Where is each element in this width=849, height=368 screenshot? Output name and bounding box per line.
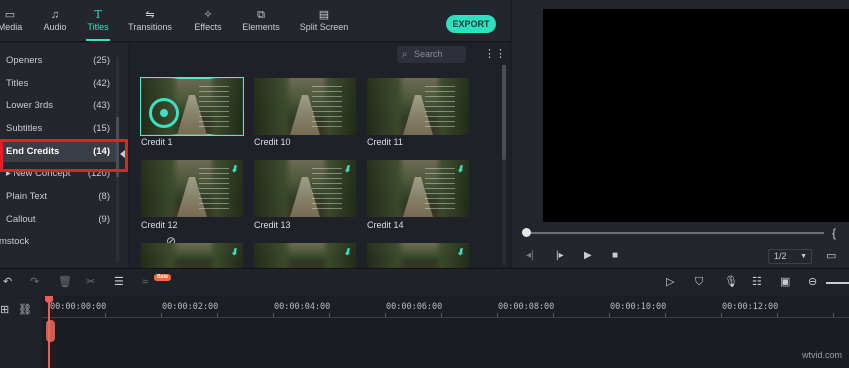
effects-sparkle-icon: ✧ (203, 9, 213, 21)
monitor-icon[interactable]: ▭ (826, 249, 836, 262)
category-mstock[interactable]: mstock (0, 232, 118, 252)
grid-view-icon[interactable]: ⋮⋮ (484, 49, 506, 60)
media-scrollbar[interactable] (502, 65, 506, 265)
timecode-label: 00:00:12:00 (722, 302, 779, 312)
thumbnail-caption: Credit 13 (254, 220, 291, 230)
library-toolbar: ▭ Media ♫ Audio T Titles ⇋ Transitions ✧… (0, 0, 510, 42)
annotation-highlight-box (0, 139, 128, 172)
play-icon[interactable]: ▶ (584, 250, 592, 262)
marker-shield-icon[interactable]: ⛉ (695, 276, 703, 288)
category-callout[interactable]: Callout (9) (0, 210, 118, 230)
title-thumbnail-credit-11[interactable] (367, 78, 469, 135)
audio-mixer-icon[interactable]: ☷ (752, 276, 762, 288)
download-icon[interactable]: ⬇ (455, 164, 465, 174)
search-icon: ⌕ (402, 49, 408, 60)
tab-titles[interactable]: T Titles (83, 8, 113, 41)
delete-icon[interactable]: 🗑 (58, 276, 72, 288)
thumbnail-caption: Credit 10 (254, 137, 291, 147)
stop-icon[interactable]: ■ (612, 250, 618, 262)
category-lower-3rds[interactable]: Lower 3rds (43) (0, 96, 118, 116)
tab-audio[interactable]: ♫ Audio (40, 8, 70, 32)
folder-icon: ▭ (4, 9, 16, 21)
active-tab-underline (86, 39, 110, 41)
title-thumbnail[interactable]: ⬇ (254, 243, 356, 268)
thumbnail-caption: Credit 1 (141, 137, 173, 147)
thumbnail-caption: Credit 11 (367, 137, 403, 147)
titles-media-grid (130, 43, 510, 268)
adjust-icon[interactable]: ☰ (114, 276, 124, 288)
category-openers[interactable]: Openers (25) (0, 51, 118, 71)
title-thumbnail-credit-12[interactable]: ⬇ (141, 160, 243, 217)
timecode-label: 00:00:06:00 (386, 302, 443, 312)
tab-media[interactable]: ▭ Media (0, 8, 23, 32)
download-icon[interactable]: ⬇ (342, 164, 352, 174)
title-thumbnail[interactable]: ⬇ (367, 243, 469, 268)
timeline-toolbar (0, 268, 849, 296)
title-thumbnail-credit-1[interactable] (140, 77, 244, 136)
playhead-marker[interactable] (46, 320, 55, 342)
tab-transitions[interactable]: ⇋ Transitions (127, 8, 173, 32)
microphone-icon[interactable]: 🎙 (724, 276, 738, 288)
collapse-arrow-icon[interactable] (120, 150, 125, 158)
media-scroll-thumb[interactable] (502, 65, 506, 160)
title-thumbnail-credit-14[interactable]: ⬇ (367, 160, 469, 217)
cut-icon[interactable]: ✂ (86, 276, 95, 288)
mark-in-icon[interactable]: { (832, 226, 836, 240)
title-thumbnail[interactable]: ⬇ (141, 243, 243, 268)
credit-text-lines (425, 168, 455, 210)
category-plain-text[interactable]: Plain Text (8) (0, 187, 118, 207)
beta-badge: Beta (154, 274, 171, 281)
zoom-out-icon[interactable]: ⊖ (808, 276, 817, 288)
download-icon[interactable]: ⬇ (229, 247, 239, 257)
tab-effects[interactable]: ✧ Effects (190, 8, 226, 32)
split-screen-icon: ▤ (318, 9, 330, 21)
thumbnail-caption: Credit 14 (367, 220, 404, 230)
elements-icon: ⧉ (257, 9, 265, 21)
transitions-icon: ⇋ (145, 9, 155, 21)
undo-icon[interactable]: ↶ (3, 276, 12, 288)
play-frame-icon[interactable]: |▸ (556, 250, 564, 262)
download-icon[interactable]: ⬇ (455, 247, 465, 257)
zoom-slider[interactable] (826, 282, 849, 284)
preview-viewport (543, 9, 849, 222)
play-ring-icon (149, 98, 179, 128)
tab-split-screen[interactable]: ▤ Split Screen (299, 8, 349, 32)
timecode-label: 00:00:10:00 (610, 302, 667, 312)
category-subtitles[interactable]: Subtitles (15) (0, 119, 118, 139)
step-back-icon[interactable]: ◂| (526, 250, 534, 262)
credit-text-lines (312, 86, 342, 128)
preview-scrub-bar[interactable] (524, 232, 824, 234)
timeline-track-area[interactable] (42, 318, 849, 368)
timecode-label: 00:00:02:00 (162, 302, 219, 312)
title-thumbnail-credit-10[interactable] (254, 78, 356, 135)
timecode-label: 00:00:08:00 (498, 302, 555, 312)
category-titles[interactable]: Titles (42) (0, 74, 118, 94)
thumbnail-caption: Credit 12 (141, 220, 178, 230)
download-icon[interactable]: ⬇ (229, 164, 239, 174)
timecode-label: 00:00:04:00 (274, 302, 331, 312)
redo-icon[interactable]: ↷ (30, 276, 39, 288)
title-thumbnail-credit-13[interactable]: ⬇ (254, 160, 356, 217)
timecode-label: 00:00:00:00 (50, 302, 107, 312)
playback-quality-select[interactable]: 1/2 ▼ (768, 249, 812, 264)
credit-text-lines (199, 86, 229, 128)
credit-text-lines (312, 168, 342, 210)
preview-scrub-handle[interactable] (522, 228, 531, 237)
audio-wave-icon[interactable]: ≈ (142, 276, 148, 288)
credit-text-lines (199, 168, 229, 210)
search-input[interactable]: ⌕ Search (397, 46, 466, 63)
credit-text-lines (425, 86, 455, 128)
watermark: wtvid.com (802, 350, 843, 360)
add-track-icon[interactable]: ⊞ (0, 304, 9, 316)
text-t-icon: T (94, 8, 102, 21)
link-icon[interactable]: ⛓ (18, 304, 32, 316)
subtitle-icon[interactable]: ▣ (780, 276, 790, 288)
music-note-icon: ♫ (50, 9, 60, 21)
chevron-down-icon: ▼ (800, 253, 807, 260)
download-icon[interactable]: ⬇ (342, 247, 352, 257)
render-play-icon[interactable]: ▷ (666, 276, 674, 288)
export-button[interactable]: EXPORT (446, 15, 496, 33)
tab-elements[interactable]: ⧉ Elements (240, 8, 282, 32)
